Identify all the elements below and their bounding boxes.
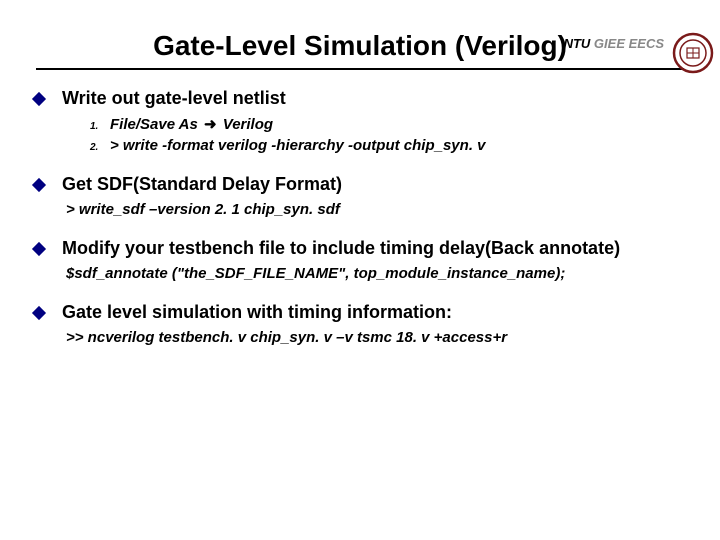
bullet-heading: Get SDF(Standard Delay Format) bbox=[62, 174, 342, 195]
bullet-heading: Write out gate-level netlist bbox=[62, 88, 286, 109]
code-line: $sdf_annotate ("the_SDF_FILE_NAME", top_… bbox=[66, 265, 692, 282]
sub-number: 1. bbox=[90, 121, 110, 132]
code-line: >> ncverilog testbench. v chip_syn. v –v… bbox=[66, 329, 692, 346]
bullet-heading: Modify your testbench file to include ti… bbox=[62, 238, 620, 259]
bullet-item: Gate level simulation with timing inform… bbox=[28, 302, 692, 323]
sub-list: 1. File/Save As ➜ Verilog 2. > write -fo… bbox=[90, 115, 692, 154]
header-org: NTU GIEE EECS bbox=[564, 36, 664, 51]
sub-number: 2. bbox=[90, 142, 110, 153]
sub-text: File/Save As ➜ Verilog bbox=[110, 115, 273, 133]
bullet-diamond-icon bbox=[32, 178, 46, 192]
university-seal-icon bbox=[672, 32, 714, 74]
sub-item: 2. > write -format verilog -hierarchy -o… bbox=[90, 137, 692, 154]
code-line: > write_sdf –version 2. 1 chip_syn. sdf bbox=[66, 201, 692, 218]
bullet-diamond-icon bbox=[32, 242, 46, 256]
arrow-icon: ➜ bbox=[204, 115, 217, 133]
bullet-diamond-icon bbox=[32, 92, 46, 106]
sub-text: > write -format verilog -hierarchy -outp… bbox=[110, 137, 486, 154]
bullet-heading: Gate level simulation with timing inform… bbox=[62, 302, 452, 323]
dept-name: GIEE EECS bbox=[594, 36, 664, 51]
slide-content: Write out gate-level netlist 1. File/Sav… bbox=[0, 88, 720, 346]
bullet-item: Modify your testbench file to include ti… bbox=[28, 238, 692, 259]
sub-item: 1. File/Save As ➜ Verilog bbox=[90, 115, 692, 133]
org-name: NTU bbox=[564, 36, 591, 51]
bullet-item: Write out gate-level netlist bbox=[28, 88, 692, 109]
title-underline bbox=[36, 68, 684, 70]
bullet-item: Get SDF(Standard Delay Format) bbox=[28, 174, 692, 195]
bullet-diamond-icon bbox=[32, 306, 46, 320]
